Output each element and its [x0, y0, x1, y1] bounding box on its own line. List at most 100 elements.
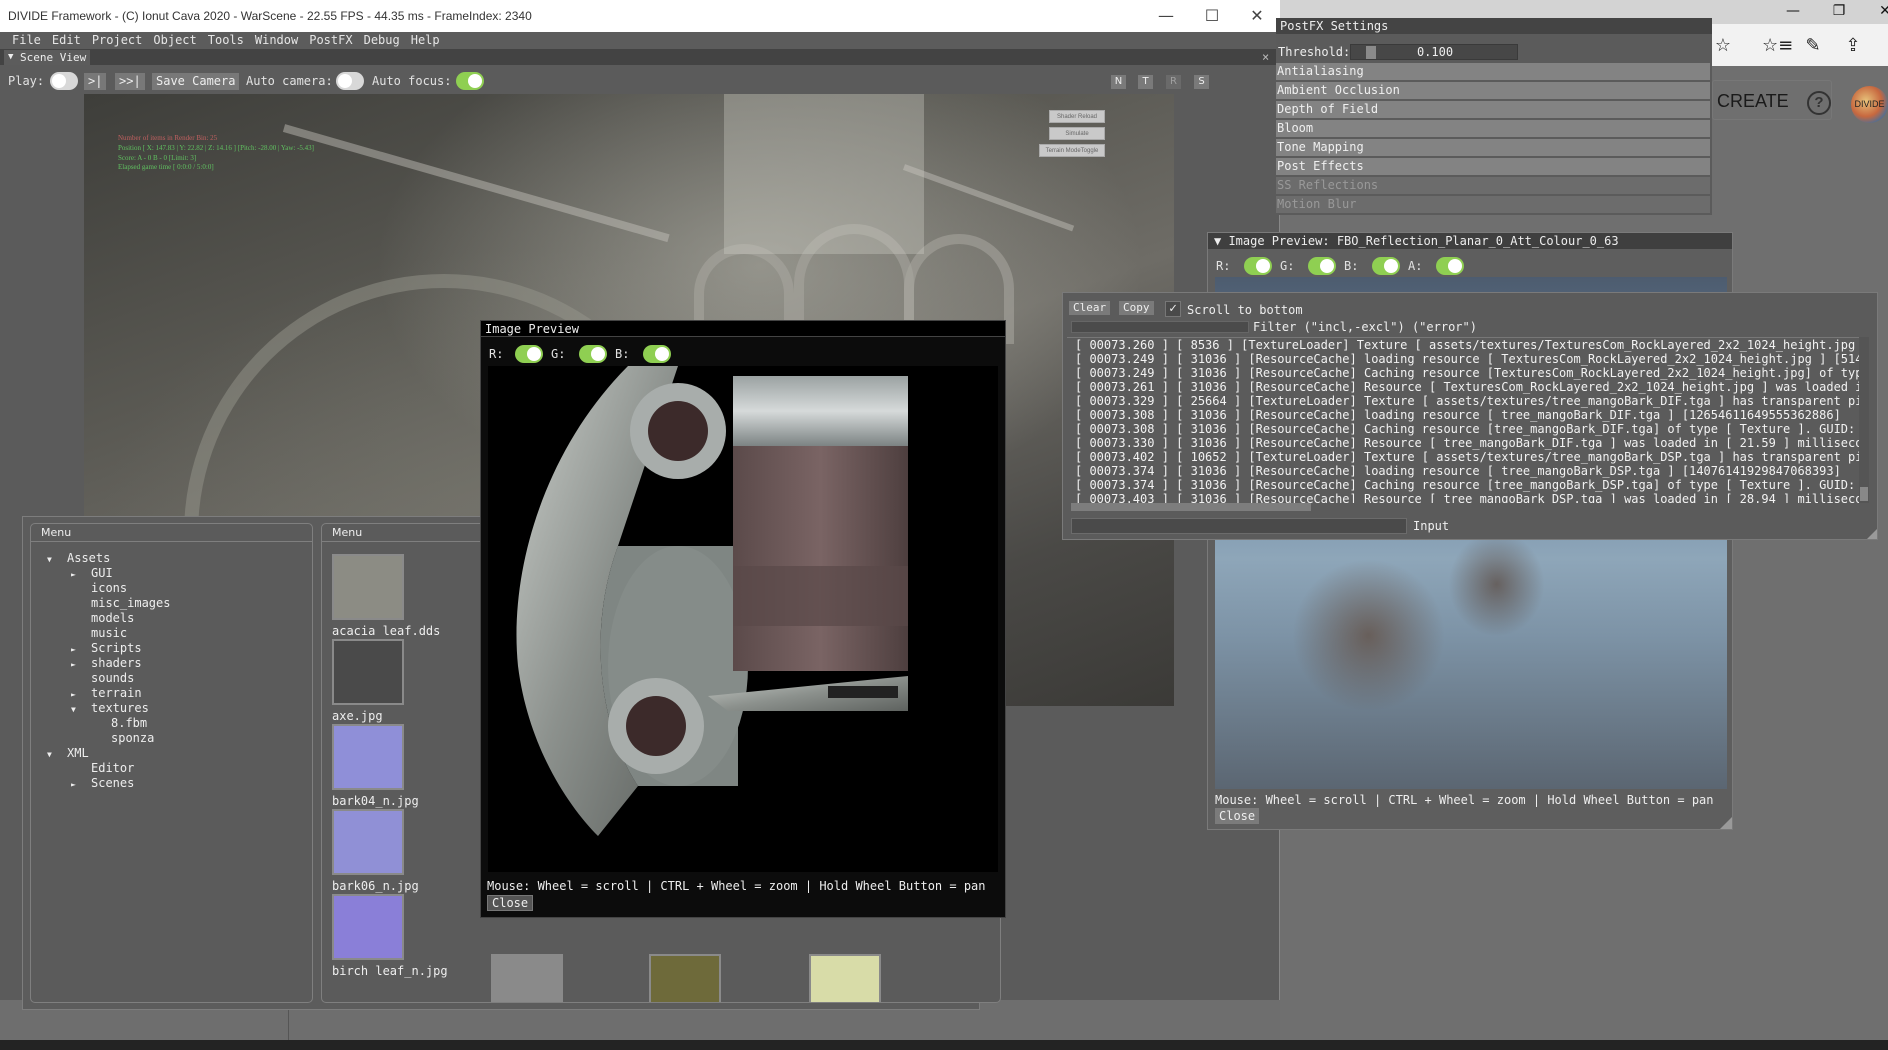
menu-help[interactable]: Help — [407, 32, 447, 49]
clear-button[interactable]: Clear — [1069, 301, 1111, 315]
section-tone-mapping[interactable]: Tone Mapping — [1276, 139, 1710, 156]
channel-g-label: G: — [551, 347, 566, 361]
play-toggle[interactable] — [50, 72, 78, 90]
auto-camera-label: Auto camera: — [246, 74, 333, 88]
shader-reload-button[interactable]: Shader Reload — [1049, 110, 1105, 123]
section-bloom[interactable]: Bloom — [1276, 120, 1710, 137]
section-post-effects[interactable]: Post Effects — [1276, 158, 1710, 175]
tree-item[interactable]: ▼ textures — [71, 701, 149, 717]
terrain-mode-toggle-button[interactable]: Terrain ModeToggle — [1039, 144, 1105, 157]
collapsed-arrow-icon[interactable]: ► — [71, 568, 91, 582]
close-button[interactable]: Close — [487, 895, 534, 911]
command-input[interactable] — [1071, 518, 1407, 534]
browser-restore-button[interactable]: ❐ — [1816, 0, 1862, 24]
auto-focus-toggle[interactable] — [456, 72, 484, 90]
maximize-button[interactable]: ☐ — [1189, 0, 1235, 32]
channel-g-toggle[interactable] — [1308, 257, 1336, 275]
tree-item[interactable]: ► Scenes — [71, 776, 134, 792]
step-button[interactable]: >| — [84, 73, 107, 90]
copy-button[interactable]: Copy — [1119, 301, 1154, 315]
resize-grip[interactable] — [1720, 817, 1732, 829]
resize-grip[interactable] — [1867, 529, 1877, 539]
section-ambient-occlusion[interactable]: Ambient Occlusion — [1276, 82, 1710, 99]
minimize-button[interactable]: — — [1143, 0, 1189, 32]
gizmo-s-button[interactable]: S — [1194, 75, 1209, 89]
tree-item[interactable]: ▼ Assets — [47, 551, 110, 567]
gizmo-r-button[interactable]: R — [1166, 75, 1181, 89]
threshold-value: 0.100 — [1416, 45, 1454, 59]
threshold-slider[interactable]: 0.100 — [1350, 44, 1518, 60]
share-icon[interactable]: ⇪ — [1840, 34, 1866, 58]
favorite-star-icon[interactable]: ☆ — [1710, 34, 1736, 58]
collapsed-arrow-icon[interactable]: ► — [71, 778, 91, 792]
browser-minimize-button[interactable]: — — [1770, 0, 1816, 24]
tree-item-label: misc_images — [91, 596, 171, 610]
tree-item[interactable]: sounds — [71, 671, 134, 685]
close-button[interactable]: Close — [1215, 808, 1260, 824]
scroll-to-bottom-checkbox[interactable]: ✓ — [1165, 301, 1181, 317]
axe-texture-preview-image[interactable] — [488, 366, 998, 872]
tree-item[interactable]: sponza — [91, 731, 154, 745]
scene-view-close-icon[interactable]: × — [1262, 49, 1269, 65]
tree-item[interactable]: ▼ XML — [47, 746, 89, 762]
tree-item[interactable]: ► terrain — [71, 686, 142, 702]
tree-item[interactable]: Editor — [71, 761, 134, 775]
favorites-list-icon[interactable]: ☆≡ — [1762, 34, 1793, 58]
image-preview-title[interactable]: Image Preview — [481, 321, 1005, 337]
channel-r-toggle[interactable] — [1244, 257, 1272, 275]
tree-item[interactable]: misc_images — [71, 596, 170, 610]
channel-a-toggle[interactable] — [1436, 257, 1464, 275]
section-motion-blur[interactable]: Motion Blur — [1276, 196, 1710, 213]
collapsed-arrow-icon[interactable]: ► — [71, 688, 91, 702]
tree-item[interactable]: music — [71, 626, 127, 640]
channel-g-toggle[interactable] — [579, 345, 607, 363]
simulate-button[interactable]: Simulate — [1049, 127, 1105, 140]
channel-b-toggle[interactable] — [643, 345, 671, 363]
menu-project[interactable]: Project — [88, 32, 150, 49]
close-button[interactable]: ✕ — [1234, 0, 1280, 32]
tree-item[interactable]: icons — [71, 581, 127, 595]
section-antialiasing[interactable]: Antialiasing — [1276, 63, 1710, 80]
menu-file[interactable]: File — [8, 32, 48, 49]
menu-object[interactable]: Object — [149, 32, 203, 49]
gizmo-n-button[interactable]: N — [1111, 75, 1126, 89]
scrollbar-thumb[interactable] — [1860, 487, 1868, 501]
tab-scene-view[interactable]: ▼ Scene View — [4, 50, 91, 65]
browser-close-button[interactable]: ✕ — [1862, 0, 1888, 24]
collapse-arrow-icon[interactable]: ▼ — [8, 50, 13, 65]
tree-item[interactable]: ► GUI — [71, 566, 113, 582]
window-title: DIVIDE Framework - (C) Ionut Cava 2020 -… — [8, 9, 532, 23]
section-ss-reflections[interactable]: SS Reflections — [1276, 177, 1710, 194]
section-depth-of-field[interactable]: Depth of Field — [1276, 101, 1710, 118]
menu-edit[interactable]: Edit — [48, 32, 88, 49]
tree-item[interactable]: ► Scripts — [71, 641, 142, 657]
tree-item[interactable]: 8.fbm — [91, 716, 147, 730]
collapsed-arrow-icon[interactable]: ► — [71, 643, 91, 657]
tree-item[interactable]: ► shaders — [71, 656, 142, 672]
menu-debug[interactable]: Debug — [360, 32, 407, 49]
expanded-arrow-icon[interactable]: ▼ — [47, 553, 67, 567]
menu-window[interactable]: Window — [251, 32, 305, 49]
expanded-arrow-icon[interactable]: ▼ — [47, 748, 67, 762]
filter-input[interactable] — [1071, 321, 1249, 333]
channel-b-toggle[interactable] — [1372, 257, 1400, 275]
tree-item-label: shaders — [91, 656, 142, 670]
log-horizontal-scrollbar[interactable] — [1071, 503, 1851, 511]
channel-r-toggle[interactable] — [515, 345, 543, 363]
collapsed-arrow-icon[interactable]: ► — [71, 658, 91, 672]
auto-camera-toggle[interactable] — [336, 72, 364, 90]
image-preview-reflection-title[interactable]: ▼ Image Preview: FBO_Reflection_Planar_0… — [1208, 233, 1732, 249]
menu-postfx[interactable]: PostFX — [305, 32, 359, 49]
gizmo-t-button[interactable]: T — [1138, 75, 1153, 89]
log-line: [ 00073.329 ] [ 25664 ] [TextureLoader] … — [1075, 394, 1859, 408]
tree-item[interactable]: models — [71, 611, 134, 625]
log-vertical-scrollbar[interactable] — [1859, 337, 1869, 503]
pen-notes-icon[interactable]: ✎ — [1800, 34, 1826, 58]
help-icon[interactable]: ? — [1807, 91, 1831, 115]
step-fast-button[interactable]: >>| — [115, 73, 145, 90]
menu-tools[interactable]: Tools — [204, 32, 251, 49]
save-camera-button[interactable]: Save Camera — [152, 73, 240, 90]
expanded-arrow-icon[interactable]: ▼ — [71, 703, 91, 717]
avatar[interactable]: DIVIDE — [1851, 86, 1888, 123]
scrollbar-thumb[interactable] — [1071, 503, 1311, 511]
